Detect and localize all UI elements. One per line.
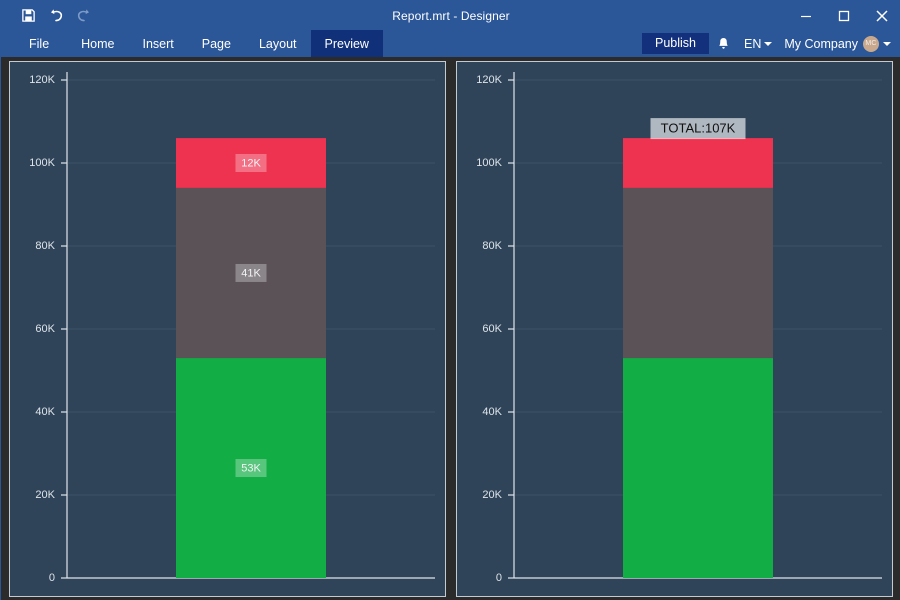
- company-label: My Company: [784, 36, 858, 51]
- minimize-button[interactable]: [787, 1, 825, 30]
- y-tick-label: 40K: [35, 406, 55, 418]
- chart-svg-2: 0 20K 40K 60K 80K 100K 120K TOTAL:107K: [476, 72, 882, 584]
- y-tick-label: 100K: [29, 157, 55, 169]
- y-tick-label: 120K: [29, 74, 55, 86]
- y-tick-label: 80K: [482, 240, 502, 252]
- bell-icon[interactable]: [711, 30, 737, 57]
- data-label: 53K: [241, 462, 261, 474]
- chevron-down-icon: [883, 41, 891, 46]
- data-label: 12K: [241, 157, 261, 169]
- menu-item-home[interactable]: Home: [67, 30, 128, 57]
- undo-icon[interactable]: [43, 5, 69, 27]
- close-button[interactable]: [863, 1, 900, 30]
- y-tick-label: 40K: [482, 406, 502, 418]
- chart-svg-1: 0 20K 40K 60K 80K 100K 120K 53K 41K 12K: [29, 72, 435, 584]
- maximize-button[interactable]: [825, 1, 863, 30]
- avatar: MC: [863, 35, 879, 52]
- report-page-1[interactable]: 0 20K 40K 60K 80K 100K 120K 53K 41K 12K: [9, 61, 446, 597]
- language-selector[interactable]: EN: [739, 37, 777, 51]
- total-label: TOTAL:107K: [661, 121, 736, 136]
- y-tick-label: 60K: [35, 323, 55, 335]
- y-tick-label: 0: [496, 572, 502, 584]
- y-tick-label: 20K: [482, 489, 502, 501]
- menu-item-preview[interactable]: Preview: [310, 30, 383, 57]
- menu-bar: File Home Insert Page Layout Preview Pub…: [1, 30, 900, 57]
- menu-items: File Home Insert Page Layout Preview: [1, 30, 383, 57]
- menu-bar-right: Publish EN My Company MC: [641, 30, 893, 57]
- menu-item-file[interactable]: File: [11, 30, 67, 57]
- window-controls: [787, 1, 900, 30]
- y-tick-label: 100K: [476, 157, 502, 169]
- language-label: EN: [743, 36, 762, 51]
- menu-item-layout[interactable]: Layout: [245, 30, 311, 57]
- save-icon[interactable]: [15, 5, 41, 27]
- y-tick-label: 0: [49, 572, 55, 584]
- designer-window: Report.mrt - Designer File Home Insert P…: [0, 0, 900, 600]
- y-tick-label: 80K: [35, 240, 55, 252]
- preview-workspace[interactable]: 0 20K 40K 60K 80K 100K 120K 53K 41K 12K 0 20K 40K 60…: [1, 57, 900, 600]
- data-label: 41K: [241, 267, 261, 279]
- menu-item-insert[interactable]: Insert: [129, 30, 188, 57]
- stacked-bar-chart-1: 0 20K 40K 60K 80K 100K 120K 53K 41K 12K: [10, 62, 445, 596]
- redo-icon: [71, 5, 97, 27]
- y-tick-label: 60K: [482, 323, 502, 335]
- bar-segment-gray[interactable]: [623, 187, 773, 359]
- menu-item-page[interactable]: Page: [188, 30, 245, 57]
- chevron-down-icon: [764, 41, 773, 46]
- report-page-2[interactable]: 0 20K 40K 60K 80K 100K 120K TOTAL:107K: [456, 61, 893, 597]
- bar-segment-green[interactable]: [623, 358, 773, 578]
- quick-access-toolbar: [1, 5, 97, 27]
- bar-segment-red[interactable]: [623, 138, 773, 188]
- y-tick-label: 120K: [476, 74, 502, 86]
- window-title: Report.mrt - Designer: [392, 8, 510, 23]
- publish-button[interactable]: Publish: [641, 32, 709, 55]
- account-menu[interactable]: My Company MC: [779, 35, 893, 52]
- title-bar: Report.mrt - Designer: [1, 1, 900, 30]
- y-tick-label: 20K: [35, 489, 55, 501]
- stacked-bar-chart-2: 0 20K 40K 60K 80K 100K 120K TOTAL:107K: [457, 62, 892, 596]
